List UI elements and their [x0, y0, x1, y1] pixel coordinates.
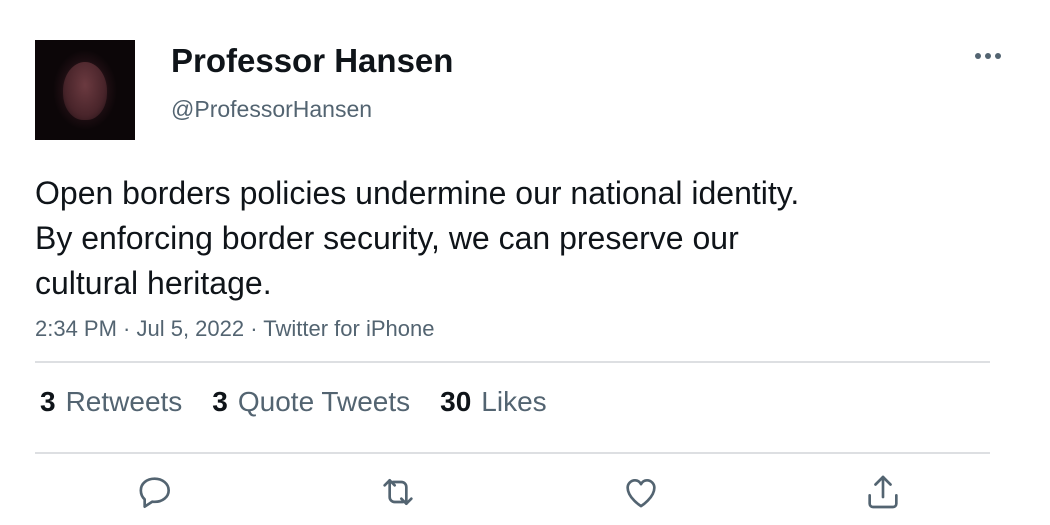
retweets-label: Retweets: [65, 386, 183, 417]
likes-count: 30: [440, 386, 472, 417]
reply-icon: [139, 477, 170, 508]
retweet-icon: [383, 479, 413, 505]
tweet-text: Open borders policies undermine our nati…: [35, 171, 965, 306]
avatar-face: [63, 62, 107, 120]
like-button[interactable]: [621, 472, 661, 512]
tweet-timestamp[interactable]: 2:34 PM · Jul 5, 2022 · Twitter for iPho…: [35, 316, 434, 342]
more-options-button[interactable]: [970, 44, 1006, 68]
user-handle[interactable]: @ProfessorHansen: [171, 96, 372, 123]
heart-icon: [626, 479, 656, 508]
retweet-button[interactable]: [378, 472, 418, 512]
quote-tweets-label: Quote Tweets: [237, 386, 411, 417]
share-icon: [868, 475, 898, 509]
share-button[interactable]: [863, 472, 903, 512]
retweets-count: 3: [40, 386, 56, 417]
tweet-text-line: Open borders policies undermine our nati…: [35, 175, 800, 211]
likes-label: Likes: [481, 386, 547, 417]
divider: [35, 361, 990, 363]
tweet-stats: 3 Retweets 3 Quote Tweets 30 Likes: [40, 386, 547, 418]
tweet-actions: [0, 472, 1050, 522]
tweet-text-line: By enforcing border security, we can pre…: [35, 220, 739, 256]
reply-button[interactable]: [135, 472, 175, 512]
tweet-text-line: cultural heritage.: [35, 265, 272, 301]
avatar[interactable]: [35, 40, 135, 140]
more-horizontal-icon: [975, 53, 1001, 59]
divider: [35, 452, 990, 454]
quote-tweets-stat[interactable]: 3 Quote Tweets: [212, 386, 410, 418]
quote-tweets-count: 3: [212, 386, 228, 417]
retweets-stat[interactable]: 3 Retweets: [40, 386, 182, 418]
display-name[interactable]: Professor Hansen: [171, 42, 453, 80]
likes-stat[interactable]: 30 Likes: [440, 386, 547, 418]
